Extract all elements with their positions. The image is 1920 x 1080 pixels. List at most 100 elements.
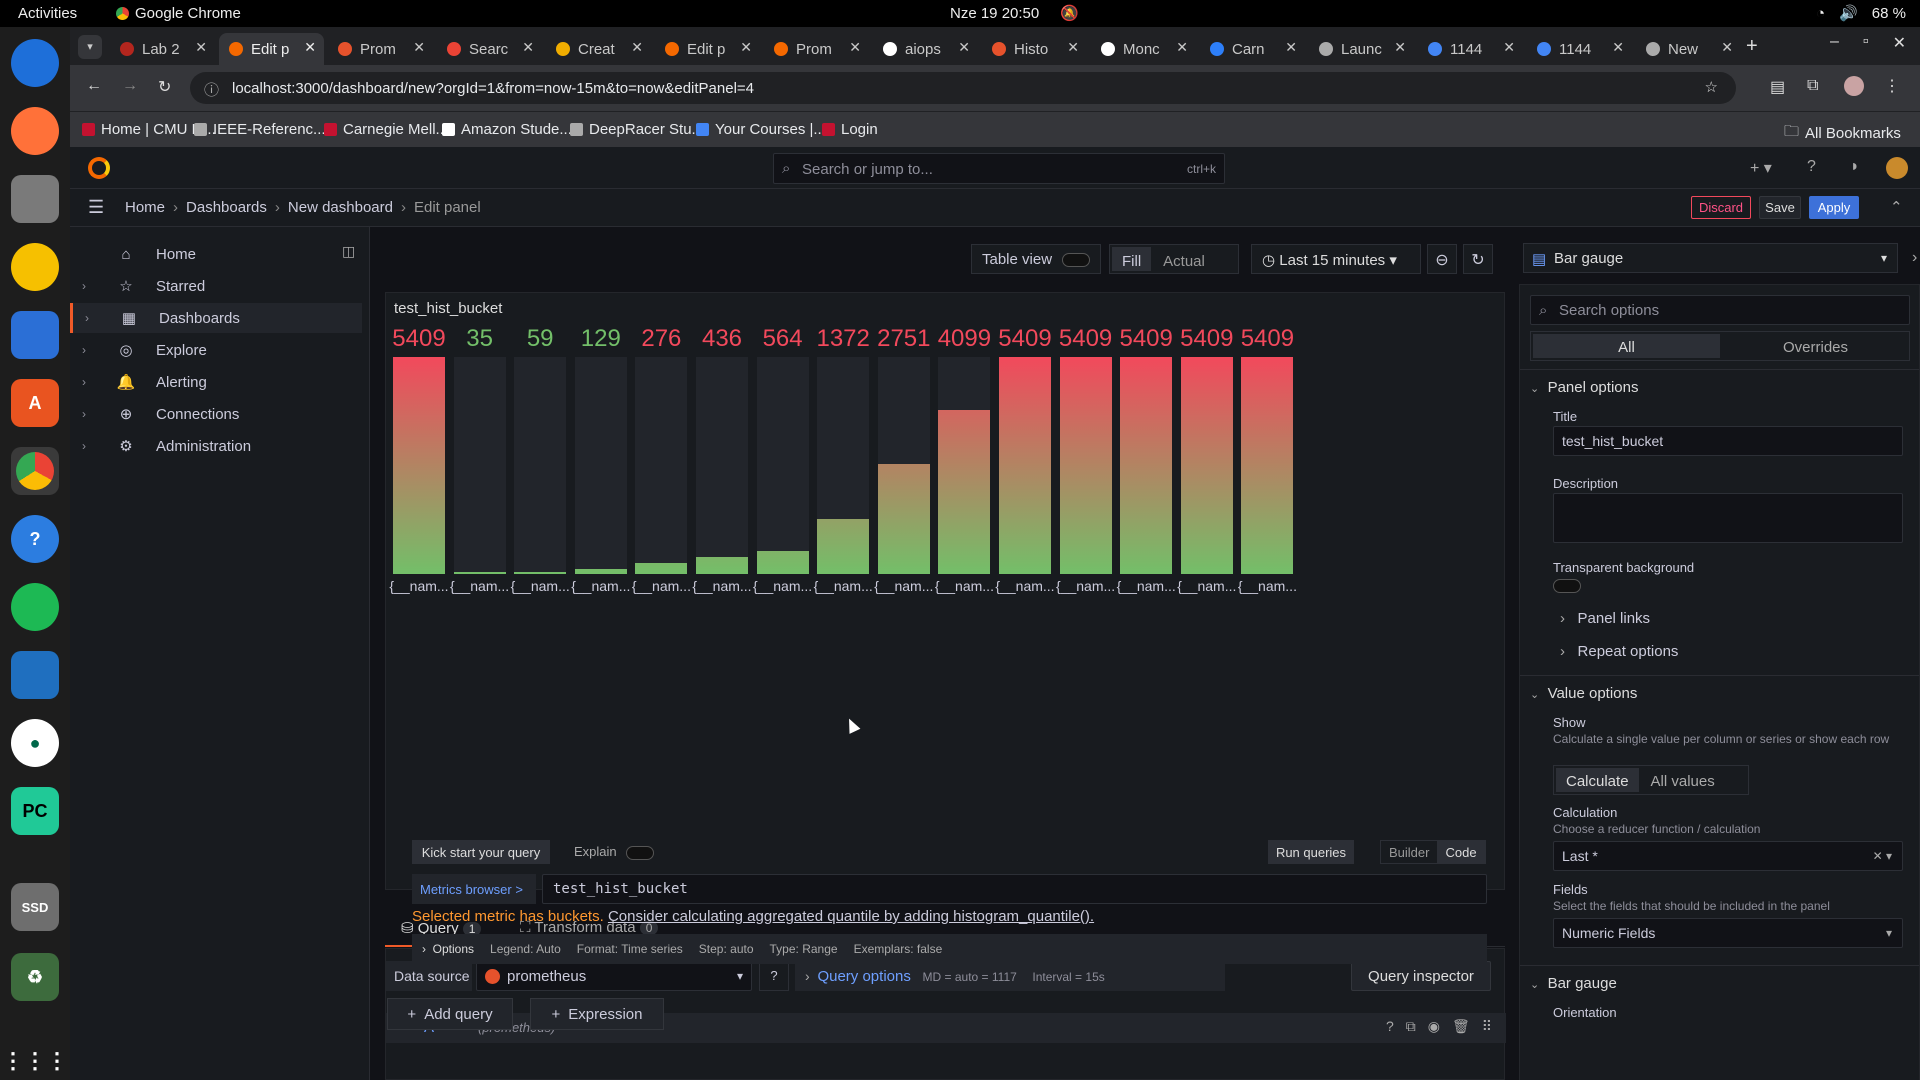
browser-tab[interactable]: Prom ✕	[328, 33, 433, 65]
expand-chevron-icon[interactable]: ›	[82, 407, 102, 421]
firefox-icon[interactable]	[11, 107, 59, 155]
time-range-picker[interactable]: ◷ Last 15 minutes ▾	[1251, 244, 1421, 274]
browser-tab[interactable]: Prom ✕	[764, 33, 869, 65]
thunderbird-icon[interactable]	[11, 39, 59, 87]
value-options-header[interactable]: ⌄ Value options	[1530, 685, 1637, 702]
crumb-dashboards[interactable]: Dashboards	[186, 199, 267, 216]
bar-gauge-options-header[interactable]: ⌄ Bar gauge	[1530, 975, 1617, 992]
title-input[interactable]: test_hist_bucket	[1553, 426, 1903, 456]
panel-options-header[interactable]: ⌄ Panel options	[1530, 379, 1638, 396]
fields-select[interactable]: Numeric Fields ▾	[1553, 918, 1903, 948]
calculate-button[interactable]: Calculate	[1556, 768, 1639, 792]
query-options-link[interactable]: Query options	[817, 968, 910, 985]
tab-search-icon[interactable]: ▾	[78, 35, 102, 59]
browser-tab[interactable]: Histo ✕	[982, 33, 1087, 65]
browser-tab[interactable]: Edit p ✕	[655, 33, 760, 65]
query-help-icon[interactable]: ?	[1386, 1018, 1394, 1035]
pycharm-icon[interactable]: PC	[11, 787, 59, 835]
bar-fill[interactable]	[999, 357, 1051, 574]
browser-tab[interactable]: Creat ✕	[546, 33, 651, 65]
activities-button[interactable]: Activities	[18, 5, 77, 22]
metrics-browser-button[interactable]: Metrics browser >	[412, 874, 536, 904]
fill-button[interactable]: Fill	[1112, 247, 1152, 271]
close-tab-icon[interactable]: ✕	[1612, 39, 1624, 56]
browser-tab[interactable]: 1144 ✕	[1418, 33, 1523, 65]
app-grid-icon[interactable]: ⋮⋮⋮	[2, 1037, 68, 1080]
sidebar-item-connections[interactable]: › ⊕ Connections	[70, 399, 362, 429]
query-inspector-button[interactable]: Query inspector	[1351, 961, 1491, 991]
bar-fill[interactable]	[393, 357, 445, 574]
extensions-icon[interactable]: ⧉	[1807, 77, 1818, 95]
close-tab-icon[interactable]: ✕	[195, 39, 207, 56]
add-menu-icon[interactable]: + ▾	[1750, 158, 1772, 178]
builder-button[interactable]: Builder	[1381, 841, 1437, 863]
table-view-toggle[interactable]: Table view	[971, 244, 1101, 274]
bar-fill[interactable]	[1120, 357, 1173, 574]
repeat-options-header[interactable]: › Repeat options	[1560, 643, 1678, 660]
explain-toggle[interactable]	[626, 846, 654, 860]
options-toggle[interactable]: › Options	[422, 942, 474, 956]
menu-toggle-icon[interactable]: ☰	[88, 197, 104, 218]
minimize-icon[interactable]: –	[1830, 33, 1839, 53]
collapse-options-icon[interactable]: ›	[1912, 249, 1917, 267]
expression-button[interactable]: + Expression	[530, 998, 664, 1030]
collapse-icon[interactable]: ⌃	[1890, 198, 1903, 216]
browser-tab[interactable]: New ✕	[1636, 33, 1741, 65]
crumb-new-dashboard[interactable]: New dashboard	[288, 199, 393, 216]
close-tab-icon[interactable]: ✕	[1503, 39, 1515, 56]
zoom-out-icon[interactable]: ⊖	[1427, 244, 1457, 274]
close-tab-icon[interactable]: ✕	[1394, 39, 1406, 56]
browser-tab[interactable]: Edit p ✕	[219, 33, 324, 65]
expand-chevron-icon[interactable]: ›	[82, 279, 102, 293]
close-tab-icon[interactable]: ✕	[740, 39, 752, 56]
calculation-select[interactable]: Last * ✕ ▾	[1553, 841, 1903, 871]
app-center-icon[interactable]: A	[11, 379, 59, 427]
bar-fill[interactable]	[756, 551, 809, 574]
transparent-toggle[interactable]	[1553, 579, 1581, 593]
drag-handle-icon[interactable]: ⠿	[1482, 1018, 1492, 1035]
panel-links-header[interactable]: › Panel links	[1560, 610, 1650, 627]
datasource-select[interactable]: prometheus ▾	[476, 961, 752, 991]
overrides-tab[interactable]: Overrides	[1722, 332, 1909, 360]
back-icon[interactable]: ←	[86, 77, 102, 95]
sidebar-item-explore[interactable]: › ◎ Explore	[70, 335, 362, 365]
disk-icon[interactable]: SSD	[11, 883, 59, 931]
kick-start-button[interactable]: Kick start your query	[412, 840, 550, 864]
close-tab-icon[interactable]: ✕	[958, 39, 970, 56]
browser-tab[interactable]: Launc ✕	[1309, 33, 1414, 65]
close-tab-icon[interactable]: ✕	[1176, 39, 1188, 56]
active-app-indicator[interactable]: Google Chrome	[116, 5, 241, 22]
clock[interactable]: Nze 19 20:50	[950, 5, 1039, 22]
visualization-picker[interactable]: ▤ Bar gauge ▾	[1523, 243, 1898, 273]
reload-icon[interactable]: ↻	[158, 77, 171, 97]
browser-tab[interactable]: Monc ✕	[1091, 33, 1196, 65]
search-options-input[interactable]: ⌕ Search options	[1530, 295, 1910, 325]
query-options-bar[interactable]: › Query options MD = auto = 1117 Interva…	[795, 961, 1225, 991]
bookmark-star-icon[interactable]: ☆	[1705, 78, 1718, 96]
profile-avatar[interactable]	[1844, 76, 1864, 96]
maximize-icon[interactable]: ▫	[1863, 33, 1869, 53]
close-tab-icon[interactable]: ✕	[413, 39, 425, 56]
bar-fill[interactable]	[817, 519, 870, 574]
search-input[interactable]: ⌕ Search or jump to... ctrl+k	[773, 153, 1225, 184]
chrome-menu-icon[interactable]: ⋮	[1884, 76, 1900, 96]
table-view-switch[interactable]	[1062, 253, 1090, 267]
reading-list-icon[interactable]: ▤	[1770, 77, 1785, 97]
bar-fill[interactable]	[938, 410, 991, 574]
window-controls[interactable]: – ▫ ✕	[1830, 33, 1906, 53]
sidebar-item-alerting[interactable]: › 🔔 Alerting	[70, 367, 362, 397]
spotify-icon[interactable]	[11, 583, 59, 631]
chrome-dock-icon[interactable]	[11, 447, 59, 495]
sidebar-item-starred[interactable]: › ☆ Starred	[70, 271, 362, 301]
bar-fill[interactable]	[1180, 357, 1233, 574]
promql-query-input[interactable]: test_hist_bucket	[542, 874, 1487, 904]
run-queries-button[interactable]: Run queries	[1268, 840, 1354, 864]
expand-chevron-icon[interactable]: ›	[82, 375, 102, 389]
close-tab-icon[interactable]: ✕	[522, 39, 534, 56]
bar-fill[interactable]	[696, 557, 748, 574]
crumb-home[interactable]: Home	[125, 199, 165, 216]
close-tab-icon[interactable]: ✕	[1067, 39, 1079, 56]
bookmark-item[interactable]: Login	[822, 121, 878, 138]
expand-chevron-icon[interactable]: ›	[82, 343, 102, 357]
url-field[interactable]: ⓘ localhost:3000/dashboard/new?orgId=1&fr…	[190, 72, 1736, 104]
